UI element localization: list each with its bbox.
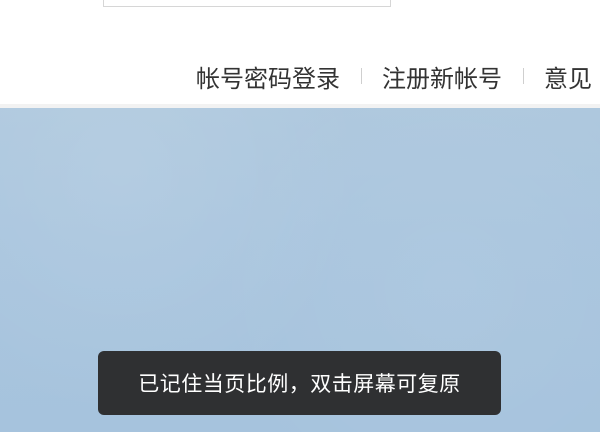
login-links-row: 帐号密码登录 注册新帐号 意见 <box>196 58 592 94</box>
login-input-field[interactable] <box>103 0 391 7</box>
link-separator <box>361 68 362 84</box>
toast-notification: 已记住当页比例，双击屏幕可复原 <box>98 351 501 415</box>
login-header-area: 帐号密码登录 注册新帐号 意见 <box>0 0 600 108</box>
register-new-account-link[interactable]: 注册新帐号 <box>382 59 502 94</box>
feedback-link[interactable]: 意见 <box>544 59 592 94</box>
link-separator <box>523 68 524 84</box>
account-password-login-link[interactable]: 帐号密码登录 <box>196 59 340 94</box>
toast-message: 已记住当页比例，双击屏幕可复原 <box>138 372 461 396</box>
page: 帐号密码登录 注册新帐号 意见 已记住当页比例，双击屏幕可复原 <box>0 0 600 432</box>
